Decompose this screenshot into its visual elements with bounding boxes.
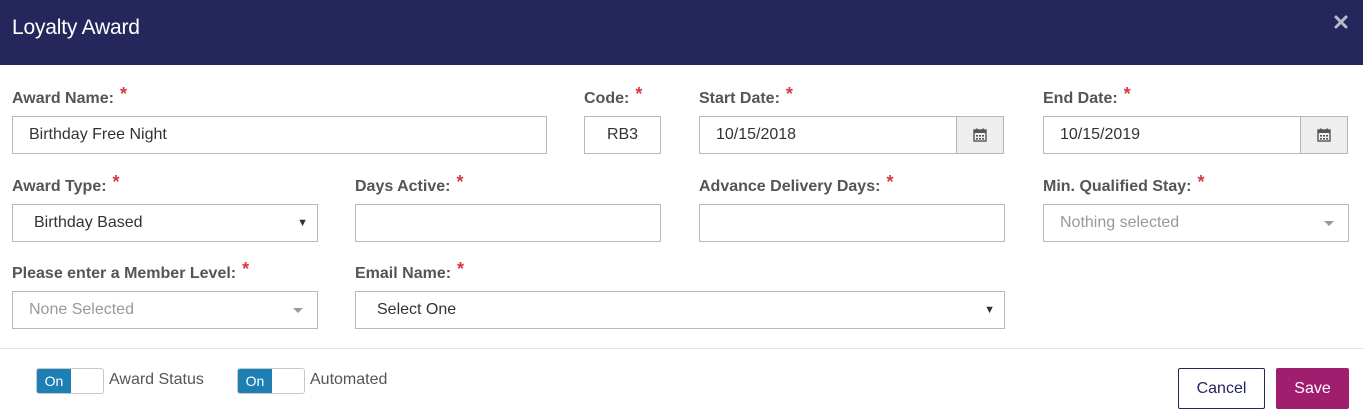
save-button[interactable]: Save — [1276, 368, 1349, 409]
caret-down-icon — [293, 308, 303, 313]
end-date-input[interactable]: 10/15/2019 — [1043, 116, 1301, 154]
days-active-label: Days Active: * — [355, 172, 464, 195]
start-date-calendar-button[interactable] — [956, 116, 1004, 154]
code-label: Code: * — [584, 84, 643, 107]
dialog-header: Loyalty Award — [0, 0, 1363, 65]
start-date-input[interactable]: 10/15/2018 — [699, 116, 957, 154]
award-name-label: Award Name: * — [12, 84, 127, 107]
calendar-icon — [1317, 128, 1331, 142]
cancel-button[interactable]: Cancel — [1178, 368, 1265, 409]
automated-toggle-state: On — [238, 369, 272, 393]
dialog-title: Loyalty Award — [12, 16, 140, 39]
email-name-select[interactable]: Select One ▼ — [355, 291, 1005, 329]
calendar-icon — [973, 128, 987, 142]
required-mark: * — [1123, 84, 1131, 104]
award-type-label: Award Type: * — [12, 172, 120, 195]
required-mark: * — [456, 172, 464, 192]
min-qualified-stay-placeholder: Nothing selected — [1060, 214, 1180, 231]
code-input[interactable]: RB3 — [584, 116, 661, 154]
min-qualified-stay-select[interactable]: Nothing selected — [1043, 204, 1349, 242]
email-name-value: Select One — [377, 301, 457, 318]
required-mark: * — [112, 172, 120, 192]
required-mark: * — [457, 259, 465, 279]
member-level-select[interactable]: None Selected — [12, 291, 318, 329]
member-level-label: Please enter a Member Level: * — [12, 259, 250, 282]
close-icon[interactable] — [1333, 14, 1349, 30]
footer-divider — [0, 348, 1363, 349]
required-mark: * — [886, 172, 894, 192]
days-active-input[interactable] — [355, 204, 661, 242]
required-mark: * — [785, 84, 793, 104]
award-type-select[interactable]: Birthday Based ▼ — [12, 204, 318, 242]
min-qualified-stay-label: Min. Qualified Stay: * — [1043, 172, 1205, 195]
email-name-label: Email Name: * — [355, 259, 465, 282]
caret-down-icon — [1324, 221, 1334, 226]
required-mark: * — [635, 84, 643, 104]
automated-toggle[interactable]: On — [237, 368, 305, 394]
award-status-toggle-state: On — [37, 369, 71, 393]
end-date-label: End Date: * — [1043, 84, 1131, 107]
award-type-value: Birthday Based — [34, 214, 143, 231]
award-name-input[interactable]: Birthday Free Night — [12, 116, 547, 154]
dropdown-arrow-icon: ▼ — [297, 217, 308, 229]
advance-delivery-days-input[interactable] — [699, 204, 1005, 242]
required-mark: * — [242, 259, 250, 279]
end-date-calendar-button[interactable] — [1300, 116, 1348, 154]
dropdown-arrow-icon: ▼ — [984, 304, 995, 316]
award-status-toggle[interactable]: On — [36, 368, 104, 394]
required-mark: * — [1197, 172, 1205, 192]
member-level-placeholder: None Selected — [29, 301, 134, 318]
start-date-label: Start Date: * — [699, 84, 793, 107]
required-mark: * — [119, 84, 127, 104]
automated-label: Automated — [310, 371, 388, 388]
advance-delivery-days-label: Advance Delivery Days: * — [699, 172, 894, 195]
award-status-label: Award Status — [109, 371, 204, 388]
